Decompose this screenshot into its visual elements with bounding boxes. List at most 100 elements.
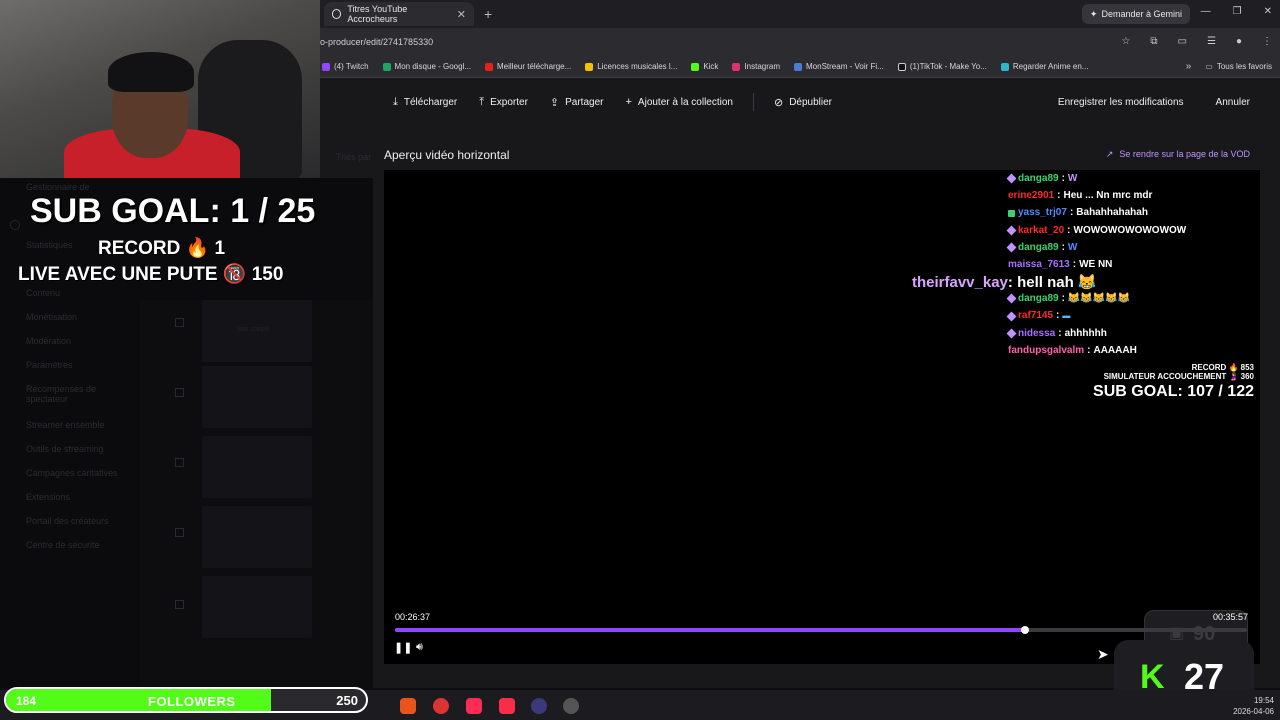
- maximize-icon[interactable]: ❐: [1233, 6, 1242, 17]
- chrome-icon[interactable]: [433, 698, 449, 714]
- tab-active[interactable]: Titres YouTube Accrocheurs ✕: [324, 2, 474, 26]
- bookmark-drive[interactable]: Mon disque - Googl...: [382, 62, 471, 71]
- bookmark-monstream[interactable]: MonStream - Voir Fi...: [794, 62, 884, 71]
- star-icon[interactable]: ☆: [1121, 36, 1130, 47]
- volume-icon[interactable]: 🔊︎: [416, 641, 423, 654]
- mouse-cursor-icon: ➤: [1097, 646, 1109, 662]
- chat-text: ahhhhhh: [1064, 327, 1107, 339]
- firefox-icon[interactable]: [400, 698, 416, 714]
- add-collection-button[interactable]: + Ajouter à la collection: [617, 90, 741, 114]
- share-button[interactable]: ⇪ Partager: [542, 90, 612, 114]
- stream-chat: danga89: W erine2901: Heu ... Nn mrc mdr y…: [1006, 170, 1258, 359]
- overlay-record: RECORD 🔥 1: [98, 238, 226, 259]
- menu-icon[interactable]: ⋮: [1262, 36, 1272, 47]
- minimize-icon[interactable]: —: [1201, 6, 1211, 17]
- bookmark-anime[interactable]: Regarder Anime en...: [1000, 62, 1088, 71]
- chat-colon: :: [1057, 190, 1061, 202]
- bookmark-instagram[interactable]: Instagram: [732, 62, 780, 71]
- upload-icon: ⤒: [479, 95, 485, 108]
- video-thumbnail[interactable]: [202, 576, 312, 638]
- close-tab-icon[interactable]: ✕: [457, 8, 466, 21]
- download-icon: ⤓: [393, 95, 398, 108]
- bookmark-kick[interactable]: Kick: [691, 62, 718, 71]
- music-icon[interactable]: [499, 698, 515, 714]
- chat-message: danga89: W: [1006, 170, 1258, 187]
- extensions-icon[interactable]: ⧉: [1150, 36, 1157, 47]
- all-bookmarks[interactable]: ▭ Tous les favoris: [1205, 62, 1272, 71]
- bookmark-twitch[interactable]: (4) Twitch: [322, 62, 369, 71]
- chat-colon: :: [1087, 344, 1091, 356]
- sidebar-item-moderation[interactable]: Modération: [26, 336, 71, 346]
- row-checkbox[interactable]: [175, 528, 184, 537]
- screen: Titres YouTube Accrocheurs ✕ + ✦ Demande…: [0, 0, 1280, 720]
- gemini-button[interactable]: ✦ Demander à Gemini: [1081, 4, 1190, 24]
- profile-icon[interactable]: ●: [1236, 36, 1242, 47]
- media-icon[interactable]: ☰: [1207, 36, 1216, 47]
- sort-label[interactable]: Triés par: [336, 152, 371, 162]
- chat-colon: :: [1069, 207, 1074, 219]
- download-button[interactable]: ⤓ Télécharger: [385, 90, 465, 114]
- chat-message: karkat_20: WOWOWOWOWOWOW: [1006, 222, 1258, 239]
- total-time: 00:35:57: [1212, 612, 1248, 622]
- cast-icon[interactable]: ▭: [1178, 36, 1187, 47]
- chat-text: WOWOWOWOWOWOW: [1073, 224, 1187, 236]
- current-time: 00:26:37: [395, 612, 431, 622]
- chat-user: maissa_7613: [1008, 259, 1070, 271]
- row-checkbox[interactable]: [175, 600, 184, 609]
- sidebar-item-content[interactable]: Contenu: [26, 288, 60, 298]
- chat-text: WE NN: [1079, 259, 1113, 271]
- sidebar-item-monetization[interactable]: Monétisation: [26, 312, 77, 322]
- save-button[interactable]: Enregistrer les modifications: [1050, 90, 1192, 114]
- close-window-icon[interactable]: ✕: [1264, 6, 1272, 17]
- address-icons: ☆ ⧉ ▭ ☰ ● ⋮: [1121, 36, 1272, 47]
- sidebar-item-stats[interactable]: Statistiques: [26, 240, 73, 250]
- chat-message: yass_trj07: Bahahhahahah: [1008, 204, 1258, 221]
- video-thumbnail[interactable]: [202, 436, 312, 498]
- kick-icon: [691, 62, 700, 71]
- chat-colon: :: [1061, 173, 1065, 184]
- vod-page-link[interactable]: ↗ Se rendre sur la page de la VOD: [1106, 149, 1250, 160]
- export-button[interactable]: ⤒ Exporter: [471, 90, 536, 114]
- chat-user: nidessa: [1018, 327, 1056, 339]
- pause-icon[interactable]: ❚❚: [394, 641, 412, 654]
- new-tab-icon[interactable]: +: [484, 6, 492, 22]
- sidebar-item-portal[interactable]: Portail des créateurs: [26, 516, 109, 526]
- row-checkbox[interactable]: [175, 318, 184, 327]
- tiktok-icon: [897, 62, 906, 71]
- bookmark-tiktok[interactable]: (1)TikTok - Make Yo...: [897, 62, 987, 71]
- sidebar-item-rewards[interactable]: Récompenses de spectateur: [26, 384, 106, 404]
- more-bookmarks-icon[interactable]: »: [1186, 61, 1192, 72]
- unpublish-button[interactable]: ⊘ Dépublier: [766, 90, 840, 114]
- bookmark-licences[interactable]: Licences musicales l...: [585, 62, 677, 71]
- tiktok-icon[interactable]: [466, 698, 482, 714]
- sidebar-item-manager[interactable]: Gestionnaire de: [26, 182, 90, 192]
- share-icon: ⇪: [549, 96, 560, 109]
- video-thumbnail[interactable]: [202, 366, 312, 428]
- media-player-icon[interactable]: [563, 698, 579, 714]
- follower-goal-bar: 184 FOLLOWERS 250: [4, 687, 368, 713]
- simulator-stat: SIMULATEUR ACCOUCHEMENT 🤰 360: [1103, 372, 1254, 381]
- sidebar-item-settings[interactable]: Paramètres: [26, 360, 73, 370]
- preview-title: Aperçu vidéo horizontal: [384, 148, 510, 162]
- sidebar-item-charity[interactable]: Campagnes caritatives: [26, 468, 118, 478]
- url-text[interactable]: o-producer/edit/2741785330: [320, 37, 433, 47]
- row-checkbox[interactable]: [175, 458, 184, 467]
- video-thumbnail[interactable]: [202, 506, 312, 568]
- bookmark-downloader[interactable]: Meilleur télécharge...: [485, 62, 571, 71]
- youtube-icon: [485, 62, 494, 71]
- row-checkbox[interactable]: [175, 388, 184, 397]
- seek-bar[interactable]: [395, 626, 1247, 634]
- stream-stats-overlay: RECORD 🔥 853 SIMULATEUR ACCOUCHEMENT 🤰 3…: [1093, 363, 1254, 401]
- sidebar-item-extensions[interactable]: Extensions: [26, 492, 70, 502]
- sidebar-item-tools[interactable]: Outils de streaming: [26, 444, 104, 454]
- cancel-button[interactable]: Annuler: [1208, 90, 1258, 114]
- sub-badge-icon: [1006, 311, 1017, 321]
- emote-row-icon: 😹😹😹😹😹: [1067, 293, 1131, 305]
- sidebar-item-stream-together[interactable]: Streamer ensemble: [26, 420, 105, 430]
- chat-user: erine2901: [1008, 190, 1055, 202]
- obs-icon[interactable]: [531, 698, 547, 714]
- sidebar-item-safety[interactable]: Centre de sécurité: [26, 540, 100, 550]
- chat-user: danga89: [1018, 241, 1059, 253]
- chat-message: maissa_7613: WE NN: [1008, 256, 1258, 273]
- follower-label: FOLLOWERS: [148, 694, 236, 709]
